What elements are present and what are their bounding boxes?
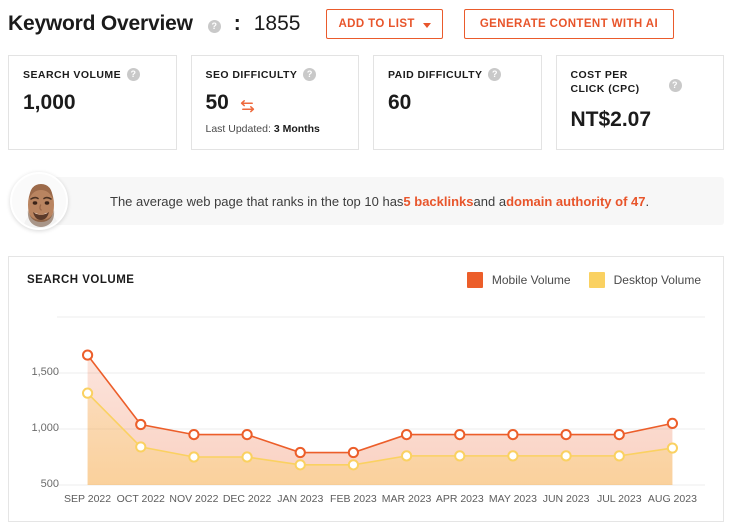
add-to-list-label: ADD TO LIST [338, 18, 415, 30]
legend-label-desktop: Desktop Volume [613, 273, 701, 287]
chart-point[interactable] [400, 450, 413, 462]
chart-point[interactable] [613, 450, 625, 462]
chart-point[interactable] [454, 429, 466, 441]
panel-header: SEARCH VOLUME Mobile Volume Desktop Volu… [9, 257, 723, 303]
card-label-text: COST PER CLICK (CPC) [570, 69, 640, 95]
keyword-overview-page: Keyword Overview ? : 1855 ADD TO LIST GE… [0, 0, 732, 527]
page-header: Keyword Overview ? : 1855 ADD TO LIST GE… [8, 5, 675, 43]
chart-point[interactable] [454, 450, 466, 462]
legend-item-desktop[interactable]: Desktop Volume [588, 272, 701, 288]
keyword-id: 1855 [253, 12, 301, 35]
insight-highlight-backlinks: 5 backlinks [403, 193, 474, 209]
card-label-text: SEO DIFFICULTY [205, 69, 298, 81]
page-title: Keyword Overview [8, 12, 193, 35]
chart-point[interactable] [666, 442, 679, 454]
panel-title: SEARCH VOLUME [27, 274, 135, 286]
chart-point[interactable] [135, 441, 147, 453]
metric-card-paid-difficulty: PAID DIFFICULTY ? 60 [373, 55, 542, 150]
generate-content-label: GENERATE CONTENT WITH AI [479, 18, 659, 30]
card-subtext: Last Updated: 3 Months [206, 123, 345, 135]
legend-swatch-mobile [466, 272, 483, 288]
y-axis-tick-label: 1,500 [31, 366, 59, 378]
title-info-icon[interactable]: ? [207, 19, 221, 33]
info-icon[interactable]: ? [303, 68, 317, 81]
chart-legend: Mobile Volume Desktop Volume [466, 272, 701, 288]
chart-point[interactable] [135, 418, 147, 431]
info-icon[interactable]: ? [668, 79, 682, 92]
card-value: 60 [388, 91, 527, 115]
chart-point[interactable] [347, 446, 360, 459]
card-value-text: NT$2.07 [570, 108, 652, 131]
chart-point[interactable] [294, 446, 306, 459]
y-axis-tick-label: 1,000 [31, 422, 59, 434]
chart-point[interactable] [613, 429, 625, 441]
metric-card-seo-difficulty: SEO DIFFICULTY ? 50 Last Updated: 3 Mont… [190, 55, 359, 150]
search-volume-panel: SEARCH VOLUME Mobile Volume Desktop Volu… [8, 256, 724, 522]
card-value-text: 60 [388, 91, 412, 114]
card-label-text: PAID DIFFICULTY [388, 69, 483, 81]
card-subtext-prefix: Last Updated: [205, 123, 271, 135]
card-label: PAID DIFFICULTY ? [388, 68, 527, 82]
chart-point[interactable] [347, 459, 360, 471]
chart-point[interactable] [507, 450, 519, 462]
generate-content-button[interactable]: GENERATE CONTENT WITH AI [463, 9, 675, 39]
legend-label-mobile: Mobile Volume [491, 273, 571, 287]
card-value: 1,000 [23, 91, 162, 115]
legend-swatch-desktop [588, 272, 605, 288]
legend-item-mobile[interactable]: Mobile Volume [466, 272, 571, 288]
metric-card-cost-per-click: COST PER CLICK (CPC) ? NT$2.07 [555, 55, 724, 150]
chart-point[interactable] [241, 429, 253, 441]
chart-point[interactable] [81, 349, 94, 361]
y-axis-tick-label: 500 [40, 478, 59, 490]
card-value: 50 [206, 91, 345, 115]
card-subtext-value: 3 Months [273, 123, 320, 135]
info-icon[interactable]: ? [488, 68, 502, 81]
add-to-list-button[interactable]: ADD TO LIST [326, 9, 443, 39]
refresh-icon[interactable] [239, 96, 256, 112]
metric-card-search-volume: SEARCH VOLUME ? 1,000 [8, 55, 177, 150]
x-axis-tick-label: AUG 2023 [647, 493, 697, 505]
card-value: NT$2.07 [571, 108, 710, 132]
search-volume-chart: 500 1,000 1,500 SEP 2022 OCT 2022 NOV 2022 DE… [9, 303, 725, 521]
chart-point[interactable] [666, 417, 679, 430]
card-value-text: 50 [205, 91, 229, 114]
chart-point[interactable] [81, 387, 94, 399]
avatar [10, 172, 68, 230]
title-separator: : [233, 12, 241, 35]
chart-point[interactable] [560, 429, 572, 441]
chart-point[interactable] [188, 451, 200, 463]
chart-point[interactable] [241, 451, 253, 463]
insight-highlight-authority: domain authority of 47 [506, 193, 646, 209]
card-label-text: SEARCH VOLUME [23, 69, 122, 81]
insight-banner: The average web page that ranks in the t… [8, 170, 724, 232]
metric-cards: SEARCH VOLUME ? 1,000 SEO DIFFICULTY ? 5… [8, 55, 724, 150]
card-label: SEARCH VOLUME ? [23, 68, 162, 82]
chart-point[interactable] [188, 429, 200, 441]
chart-point[interactable] [560, 450, 572, 462]
card-value-text: 1,000 [23, 91, 76, 114]
insight-part-1: The average web page that ranks in the t… [110, 193, 404, 209]
card-label: SEO DIFFICULTY ? [206, 68, 345, 82]
card-label: COST PER CLICK (CPC) ? [571, 68, 710, 96]
info-icon[interactable]: ? [127, 68, 141, 81]
chart-point[interactable] [400, 429, 413, 441]
insight-part-2: and a [473, 193, 507, 209]
chart-svg [57, 316, 705, 486]
chevron-down-icon [422, 22, 431, 28]
insight-text: The average web page that ranks in the t… [42, 177, 724, 225]
chart-point[interactable] [507, 429, 519, 441]
insight-part-3: . [645, 193, 650, 209]
chart-point[interactable] [294, 459, 306, 471]
